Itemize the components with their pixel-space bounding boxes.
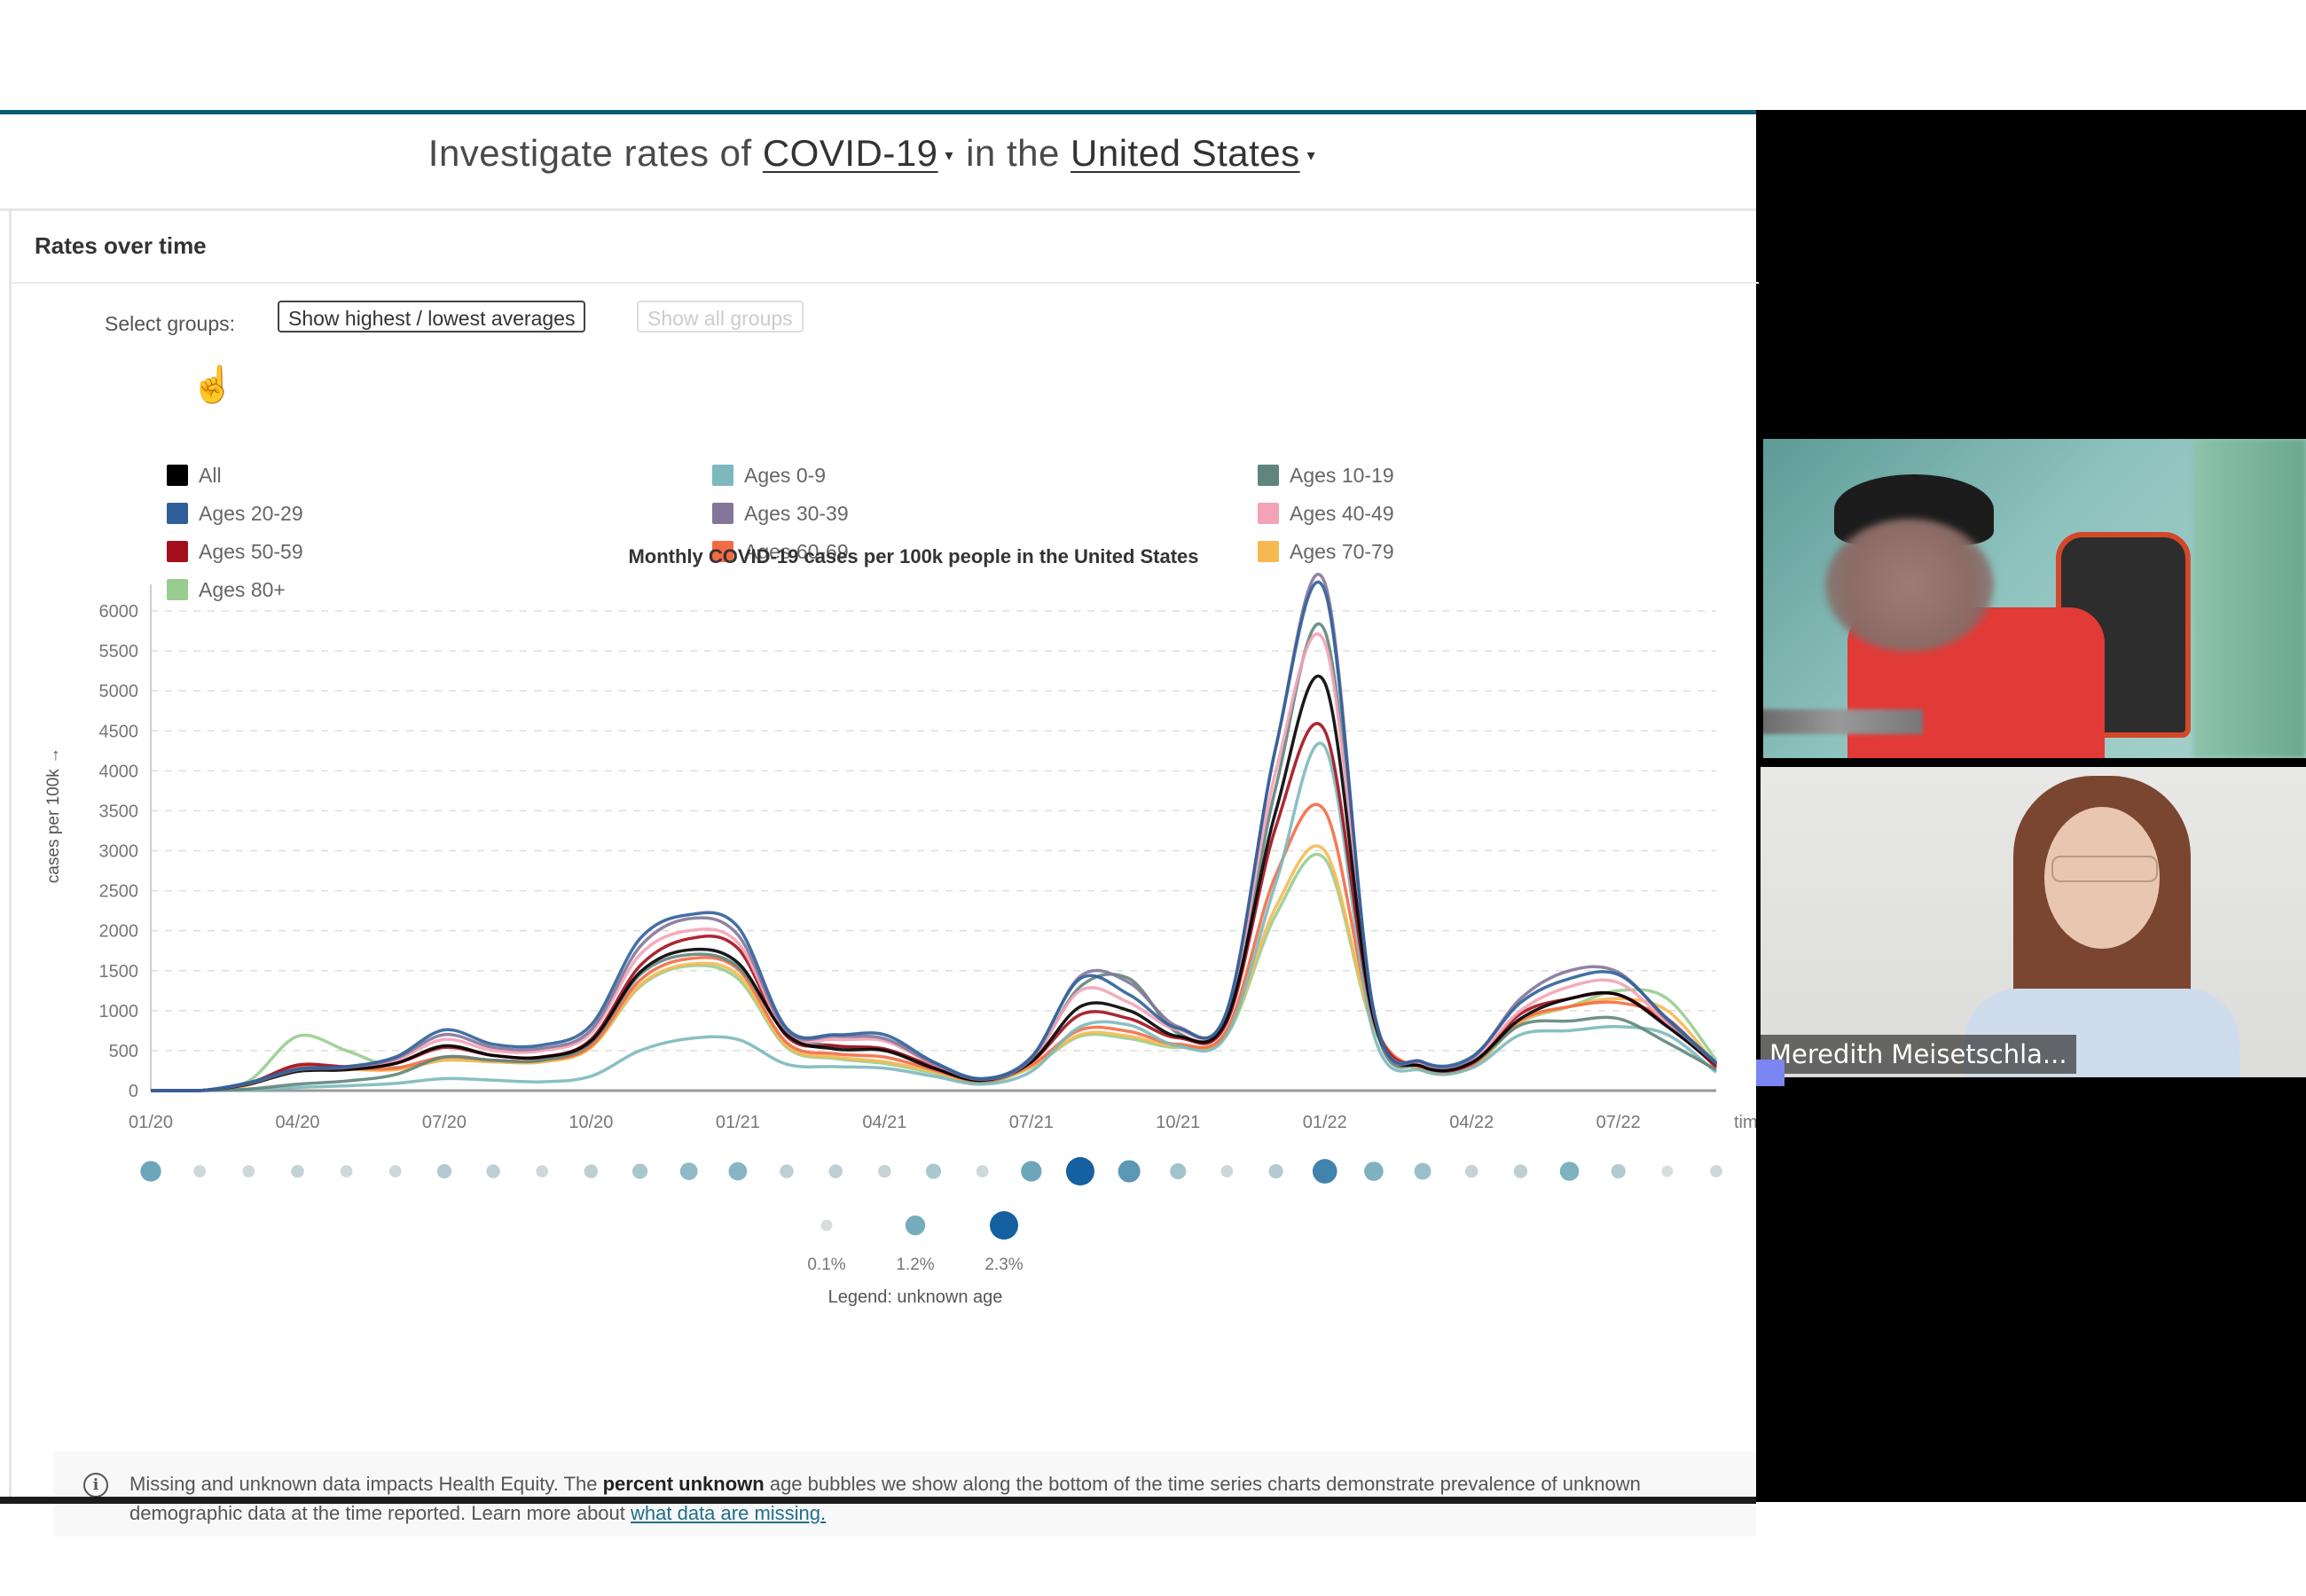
bubble-legend-title: Legend: unknown age <box>828 1287 1003 1307</box>
unknown-bubble[interactable] <box>388 1165 402 1177</box>
what-data-missing-link[interactable]: what data are missing. <box>631 1502 826 1524</box>
x-tick-label: 01/20 <box>129 1113 173 1132</box>
x-tick-label: 07/20 <box>422 1113 467 1132</box>
y-tick-label: 4500 <box>99 722 139 741</box>
x-tick-label: 07/22 <box>1596 1113 1641 1132</box>
bubble-legend-label: 1.2% <box>896 1256 934 1274</box>
note-text-part: Missing and unknown data impacts Health … <box>129 1473 603 1495</box>
unknown-bubble[interactable] <box>1364 1162 1384 1181</box>
blurred-name-label <box>1763 709 1923 734</box>
unknown-bubble[interactable] <box>1611 1163 1626 1179</box>
x-tick-label: 01/22 <box>1303 1113 1347 1132</box>
y-tick-label: 1000 <box>99 1002 139 1021</box>
series-line-ages-0-9[interactable] <box>151 741 1718 1092</box>
unknown-bubble[interactable] <box>728 1162 748 1181</box>
unknown-bubble[interactable] <box>584 1164 599 1178</box>
y-tick-label: 5500 <box>99 642 139 661</box>
blurred-region <box>2193 439 2306 758</box>
unknown-bubble[interactable] <box>486 1164 500 1178</box>
y-tick-label: 500 <box>109 1042 138 1061</box>
unknown-bubble[interactable] <box>242 1165 255 1177</box>
hand-cursor-icon: ☝ <box>191 365 235 404</box>
app-bottom-bar <box>0 1497 1756 1504</box>
unknown-bubble[interactable] <box>536 1165 549 1177</box>
unknown-bubble[interactable] <box>1710 1165 1722 1177</box>
unknown-bubble[interactable] <box>828 1164 843 1178</box>
glasses <box>2051 856 2158 882</box>
unknown-bubble[interactable] <box>976 1165 989 1177</box>
unknown-bubble[interactable] <box>1065 1157 1094 1185</box>
unknown-bubble[interactable] <box>1312 1159 1337 1184</box>
y-tick-label: 3500 <box>99 802 139 821</box>
bubble-legend-label: 0.1% <box>807 1256 845 1274</box>
x-tick-label: 10/21 <box>1156 1113 1200 1132</box>
line-chart: Monthly COVID-19 cases per 100k people i… <box>44 545 1756 1307</box>
bubble-legend-circle <box>820 1219 833 1232</box>
bubble-legend-label: 2.3% <box>984 1256 1023 1274</box>
video-tile-participant-1[interactable] <box>1763 439 2306 758</box>
health-equity-app: Investigate rates of COVID-19 ▾ in the Uni… <box>0 114 1759 1537</box>
unknown-bubble[interactable] <box>1170 1162 1187 1180</box>
x-tick-label: 04/21 <box>862 1113 906 1132</box>
y-tick-label: 2500 <box>99 882 139 902</box>
unknown-bubble[interactable] <box>925 1163 942 1179</box>
unknown-bubble[interactable] <box>1414 1162 1431 1180</box>
unknown-bubble[interactable] <box>1220 1165 1234 1177</box>
y-tick-label: 5000 <box>99 682 139 701</box>
y-tick-label: 1500 <box>99 962 139 982</box>
y-tick-label: 0 <box>129 1082 138 1101</box>
y-tick-label: 4000 <box>99 762 139 781</box>
series-line-ages-20-29[interactable] <box>151 580 1718 1092</box>
unknown-bubble[interactable] <box>1513 1164 1528 1178</box>
x-tick-label: 10/20 <box>569 1113 613 1132</box>
participant-name-label: Meredith Meisetschla... <box>1761 1035 2076 1074</box>
unknown-bubble[interactable] <box>1118 1160 1141 1183</box>
bubble-legend-circle <box>990 1211 1018 1240</box>
chart-title: Monthly COVID-19 cases per 100k people i… <box>628 545 1198 567</box>
unknown-bubble[interactable] <box>878 1164 891 1178</box>
unknown-bubble[interactable] <box>1021 1161 1042 1182</box>
missing-data-note: i Missing and unknown data impacts Healt… <box>53 1451 1756 1537</box>
active-speaker-indicator <box>1756 1060 1784 1086</box>
x-tick-label: 01/21 <box>716 1113 760 1132</box>
unknown-bubble[interactable] <box>631 1163 648 1179</box>
note-bold-text: percent unknown <box>602 1473 765 1495</box>
unknown-bubble[interactable] <box>1661 1165 1674 1177</box>
unknown-bubble[interactable] <box>436 1163 452 1179</box>
series-line-all[interactable] <box>151 674 1718 1092</box>
info-icon: i <box>83 1473 108 1498</box>
unknown-bubble[interactable] <box>679 1162 698 1180</box>
unknown-bubble[interactable] <box>140 1161 161 1182</box>
unknown-bubble[interactable] <box>780 1164 794 1178</box>
series-line-ages-30-39[interactable] <box>151 573 1718 1092</box>
x-axis-label: tim <box>1734 1113 1756 1132</box>
unknown-bubble[interactable] <box>1464 1164 1479 1178</box>
y-axis-label: cases per 100k → <box>44 747 63 883</box>
y-tick-label: 2000 <box>99 922 139 942</box>
series-line-ages-10-19[interactable] <box>151 622 1717 1092</box>
y-tick-label: 3000 <box>99 842 139 862</box>
x-tick-label: 04/22 <box>1449 1113 1494 1132</box>
y-tick-label: 6000 <box>99 602 139 622</box>
blurred-face <box>1825 519 1994 652</box>
unknown-bubble[interactable] <box>291 1164 304 1178</box>
unknown-bubble[interactable] <box>340 1165 353 1177</box>
x-tick-label: 04/20 <box>275 1113 319 1132</box>
unknown-bubble[interactable] <box>1559 1162 1580 1181</box>
video-tile-participant-2[interactable]: Meredith Meisetschla... <box>1761 767 2306 1077</box>
series-line-ages-40-49[interactable] <box>151 632 1718 1092</box>
x-tick-label: 07/21 <box>1009 1113 1054 1132</box>
series-line-ages-50-59[interactable] <box>151 722 1718 1092</box>
bubble-legend-circle <box>905 1215 926 1236</box>
unknown-bubble[interactable] <box>1268 1163 1283 1179</box>
unknown-bubble[interactable] <box>193 1165 207 1177</box>
